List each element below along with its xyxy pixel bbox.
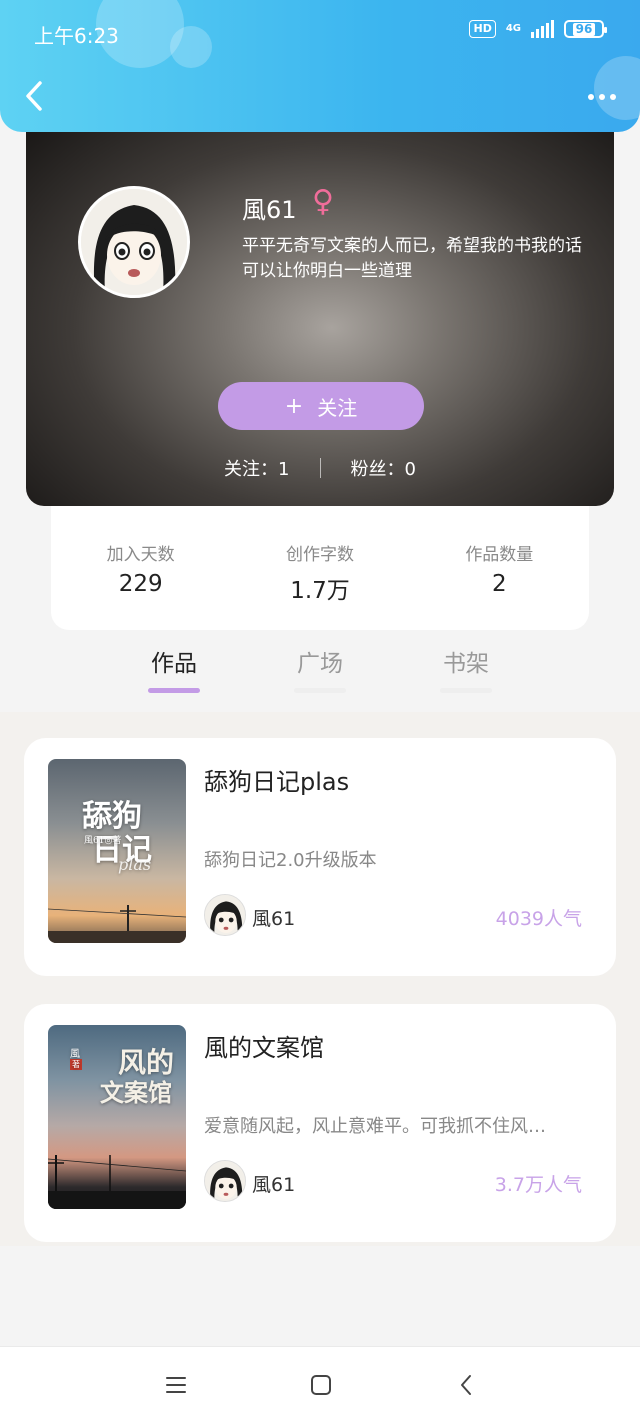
popularity-count: 4039人气 — [495, 908, 582, 930]
tab-label: 书架 — [443, 651, 489, 677]
chevron-left-icon — [26, 81, 42, 111]
user-name: 風61 — [242, 196, 297, 224]
system-nav-bar — [0, 1346, 640, 1422]
tab-indicator — [294, 688, 346, 693]
popularity-count: 3.7万人气 — [494, 1174, 582, 1196]
stat-word-count: 创作字数 1.7万 — [230, 506, 409, 630]
menu-button[interactable] — [164, 1373, 190, 1397]
user-bio: 平平无奇写文案的人而已，希望我的书我的话可以让你明白一些道理 — [242, 236, 582, 281]
network-type: 4G — [505, 23, 521, 34]
chevron-left-icon — [461, 1375, 471, 1395]
stat-works-count: 作品数量 2 — [410, 506, 589, 630]
stat-label: 加入天数 — [106, 545, 175, 565]
power-line-icon — [48, 905, 186, 943]
female-icon: ♀ — [312, 184, 334, 219]
avatar-image — [205, 895, 245, 935]
tab-works[interactable]: 作品 — [102, 644, 246, 698]
more-button[interactable] — [582, 82, 622, 112]
tab-bar: 作品 广场 书架 — [102, 644, 538, 698]
author-avatar — [204, 1160, 246, 1202]
power-line-icon — [48, 1155, 186, 1209]
home-button[interactable] — [308, 1373, 334, 1397]
book-title[interactable]: 風的文案馆 — [204, 1028, 324, 1063]
followers-count[interactable]: 粉丝：0 — [351, 455, 416, 481]
book-description: 舔狗日记2.0升级版本 — [204, 850, 377, 871]
nav-back-button[interactable] — [454, 1373, 480, 1397]
signal-icon — [531, 20, 554, 38]
divider — [319, 458, 321, 478]
avatar-image — [205, 1161, 245, 1201]
author-name: 風61 — [252, 1174, 296, 1196]
tab-bookshelf[interactable]: 书架 — [394, 644, 538, 698]
book-description: 爱意随风起，风止意难平。可我抓不住风… — [204, 1116, 546, 1137]
battery-level: 96 — [572, 22, 596, 36]
stat-label: 作品数量 — [465, 545, 534, 565]
more-dots-icon — [588, 94, 594, 100]
status-icons: HD 4G 96 — [469, 20, 607, 38]
follow-stats: 关注：1 粉丝：0 — [26, 455, 614, 481]
back-button[interactable] — [18, 78, 54, 114]
stat-value: 229 — [118, 571, 163, 597]
decor-bubble — [170, 26, 212, 68]
tab-label: 作品 — [151, 651, 197, 677]
book-cover[interactable]: 舔狗 日记 風61◎著 plas — [48, 759, 186, 943]
tab-label: 广场 — [297, 651, 343, 677]
avatar-image — [81, 189, 187, 295]
profile-card: 風61 ♀ 平平无奇写文案的人而已，希望我的书我的话可以让你明白一些道理 + 关… — [26, 110, 614, 506]
avatar[interactable] — [78, 186, 190, 298]
book-card[interactable]: 舔狗 日记 風61◎著 plas 舔狗日记plas 舔狗日记2.0升级版本 風6… — [24, 738, 616, 976]
top-header: 上午6:23 HD 4G 96 — [0, 0, 640, 132]
stat-value: 2 — [492, 571, 507, 597]
tab-indicator — [440, 688, 492, 693]
book-cover[interactable]: 风的 文案馆 風 著 — [48, 1025, 186, 1209]
stat-value: 1.7万 — [290, 578, 350, 604]
author-avatar — [204, 894, 246, 936]
plus-icon: + — [284, 393, 304, 419]
status-time: 上午6:23 — [34, 24, 119, 48]
book-card[interactable]: 风的 文案馆 風 著 風的文案馆 爱意随风起，风止意难平。可我抓不住风… 風61… — [24, 1004, 616, 1242]
hd-icon: HD — [469, 20, 496, 38]
author-name: 風61 — [252, 908, 296, 930]
tab-square[interactable]: 广场 — [248, 644, 392, 698]
book-title[interactable]: 舔狗日记plas — [204, 762, 349, 797]
home-square-icon — [311, 1375, 331, 1395]
follow-label: 关注 — [317, 395, 358, 420]
stat-label: 创作字数 — [285, 545, 354, 565]
following-count[interactable]: 关注：1 — [224, 455, 289, 481]
battery-icon: 96 — [564, 20, 607, 38]
menu-icon — [166, 1377, 186, 1393]
stat-join-days: 加入天数 229 — [51, 506, 230, 630]
tab-indicator — [148, 688, 200, 693]
follow-button[interactable]: + 关注 — [218, 382, 424, 430]
works-list: 舔狗 日记 風61◎著 plas 舔狗日记plas 舔狗日记2.0升级版本 風6… — [0, 712, 640, 1246]
stats-panel: 加入天数 229 创作字数 1.7万 作品数量 2 — [51, 506, 589, 630]
